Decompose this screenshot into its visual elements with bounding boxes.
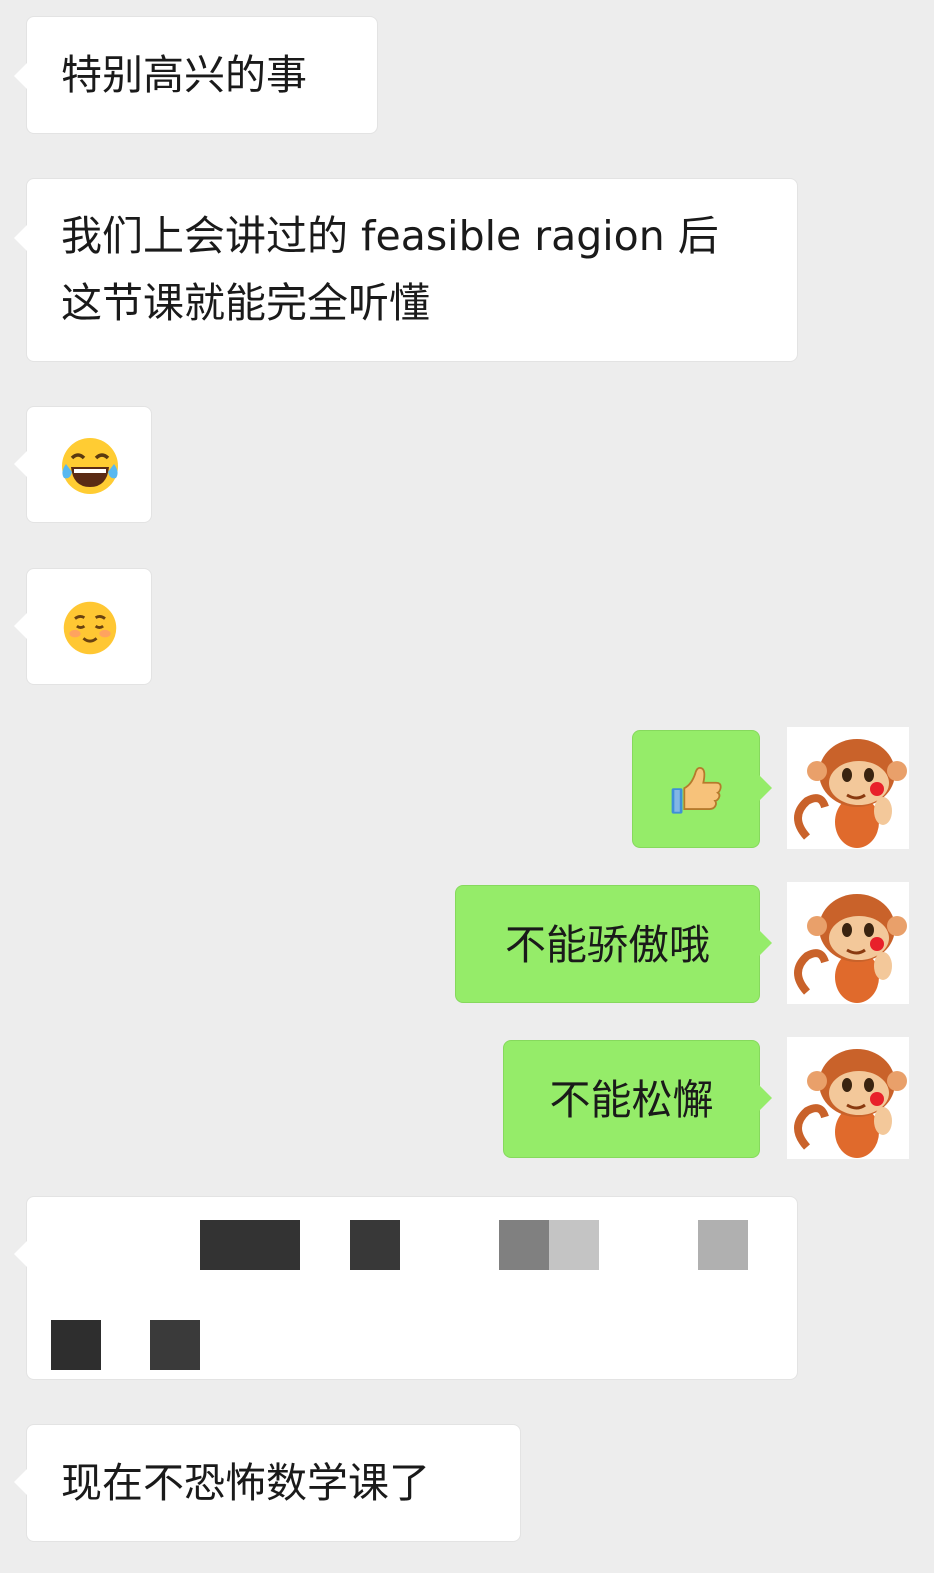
smiling-blush-emoji-icon [63,601,117,655]
message-text: 特别高兴的事 [61,51,307,99]
message-bubble-outgoing[interactable]: 不能松懈 [503,1040,772,1158]
message-text: 不能松懈 [549,1076,714,1124]
message-bubble-incoming[interactable]: 现在不恐怖数学课了 [14,1424,521,1542]
thumbs-up-emoji-icon [671,767,722,814]
monkey-avatar-icon[interactable] [787,882,909,1004]
redaction-block [549,1220,599,1270]
message-text: 我们上会讲过的 feasible ragion 后 这节课就能完全听懂 [61,212,719,327]
redaction-block [51,1320,101,1370]
redaction-block [698,1220,748,1270]
laughing-tears-emoji-icon [62,438,118,494]
redaction-block [200,1220,300,1270]
message-bubble-incoming[interactable] [14,406,152,523]
monkey-avatar-icon[interactable] [787,1037,909,1159]
monkey-avatar-icon[interactable] [787,727,909,849]
message-bubble-outgoing[interactable]: 不能骄傲哦 [455,885,772,1003]
message-bubble-incoming[interactable]: 我们上会讲过的 feasible ragion 后 这节课就能完全听懂 [14,178,798,362]
message-bubble-outgoing[interactable] [632,730,772,848]
message-text: 不能骄傲哦 [505,921,710,969]
redaction-block [150,1320,200,1370]
redaction-block [499,1220,549,1270]
redacted-message-bubble[interactable] [14,1196,798,1380]
message-bubble-incoming[interactable] [14,568,152,685]
message-text: 现在不恐怖数学课了 [61,1459,430,1507]
redaction-block [350,1220,400,1270]
message-bubble-incoming[interactable]: 特别高兴的事 [14,16,378,134]
